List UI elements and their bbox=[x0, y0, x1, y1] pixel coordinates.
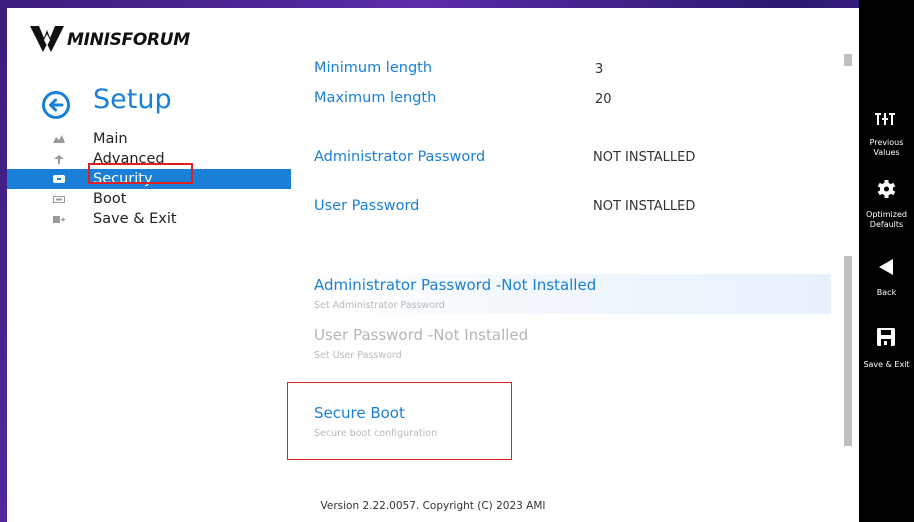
scrollbar-thumb[interactable] bbox=[844, 256, 852, 446]
brand-name: MINISFORUM bbox=[67, 30, 190, 50]
secure-boot-link-desc: Secure boot configuration bbox=[314, 428, 438, 439]
admin-password-link-desc: Set Administrator Password bbox=[314, 300, 445, 311]
optimized-defaults-button[interactable]: Optimized Defaults bbox=[859, 176, 914, 240]
previous-values-label-line2: Values bbox=[873, 148, 900, 157]
back-button[interactable]: Back bbox=[859, 256, 914, 304]
save-exit-label: Save & Exit bbox=[863, 360, 910, 369]
floppy-icon bbox=[877, 328, 895, 346]
maximum-length-value[interactable]: 20 bbox=[595, 92, 612, 107]
back-icon bbox=[879, 259, 893, 275]
save-exit-icon bbox=[53, 216, 65, 223]
user-password-link-title: User Password -Not Installed bbox=[314, 326, 529, 344]
back-circle-icon[interactable] bbox=[41, 90, 71, 120]
boot-icon bbox=[53, 196, 65, 203]
minisforum-logo-icon bbox=[30, 26, 64, 52]
nav-item-label: Boot bbox=[93, 191, 127, 207]
gear-icon bbox=[877, 180, 896, 198]
admin-password-link[interactable]: Administrator Password -Not Installed Se… bbox=[303, 274, 831, 314]
user-password-link-desc: Set User Password bbox=[314, 350, 402, 361]
user-password-label: User Password bbox=[314, 198, 420, 214]
nav-item-boot[interactable]: Boot bbox=[7, 189, 291, 209]
nav-item-label: Advanced bbox=[93, 151, 165, 167]
nav-item-label: Main bbox=[93, 131, 128, 147]
main-icon bbox=[53, 135, 65, 143]
security-icon bbox=[53, 175, 65, 183]
right-toolbar: Previous Values Optimized Defaults Back bbox=[859, 0, 914, 522]
version-info: Version 2.22.0057. Copyright (C) 2023 AM… bbox=[320, 500, 546, 512]
user-password-link[interactable]: User Password -Not Installed Set User Pa… bbox=[303, 324, 831, 364]
minimum-length-label: Minimum length bbox=[314, 60, 433, 76]
secure-boot-link-title: Secure Boot bbox=[314, 404, 405, 422]
sliders-icon bbox=[875, 113, 895, 125]
nav-item-main[interactable]: Main bbox=[7, 129, 291, 149]
setup-nav: Main Advanced Security Boot Save & Exit bbox=[7, 129, 291, 229]
optimized-defaults-label-line1: Optimized bbox=[866, 210, 907, 219]
nav-item-label: Security bbox=[93, 171, 153, 187]
secure-boot-link[interactable]: Secure Boot Secure boot configuration bbox=[303, 402, 831, 442]
bios-screen: MINISFORUM Setup Main Advanced Security … bbox=[7, 8, 859, 522]
advanced-icon bbox=[54, 155, 64, 164]
nav-item-security[interactable]: Security bbox=[7, 169, 291, 189]
admin-password-label: Administrator Password bbox=[314, 149, 486, 165]
previous-values-button[interactable]: Previous Values bbox=[859, 108, 914, 170]
nav-item-label: Save & Exit bbox=[93, 211, 177, 227]
optimized-defaults-label-line2: Defaults bbox=[869, 220, 904, 229]
admin-password-status: NOT INSTALLED bbox=[593, 150, 696, 165]
minimum-length-value[interactable]: 3 bbox=[595, 62, 603, 77]
nav-item-advanced[interactable]: Advanced bbox=[7, 149, 291, 169]
save-exit-button[interactable]: Save & Exit bbox=[859, 326, 914, 376]
nav-item-save-exit[interactable]: Save & Exit bbox=[7, 209, 291, 229]
user-password-status: NOT INSTALLED bbox=[593, 199, 696, 214]
scrollbar-top-thumb[interactable] bbox=[844, 54, 852, 66]
maximum-length-label: Maximum length bbox=[314, 90, 437, 106]
previous-values-label-line1: Previous bbox=[869, 138, 904, 147]
back-label: Back bbox=[876, 288, 897, 297]
page-title: Setup bbox=[93, 84, 172, 115]
admin-password-link-title: Administrator Password -Not Installed bbox=[314, 276, 597, 294]
